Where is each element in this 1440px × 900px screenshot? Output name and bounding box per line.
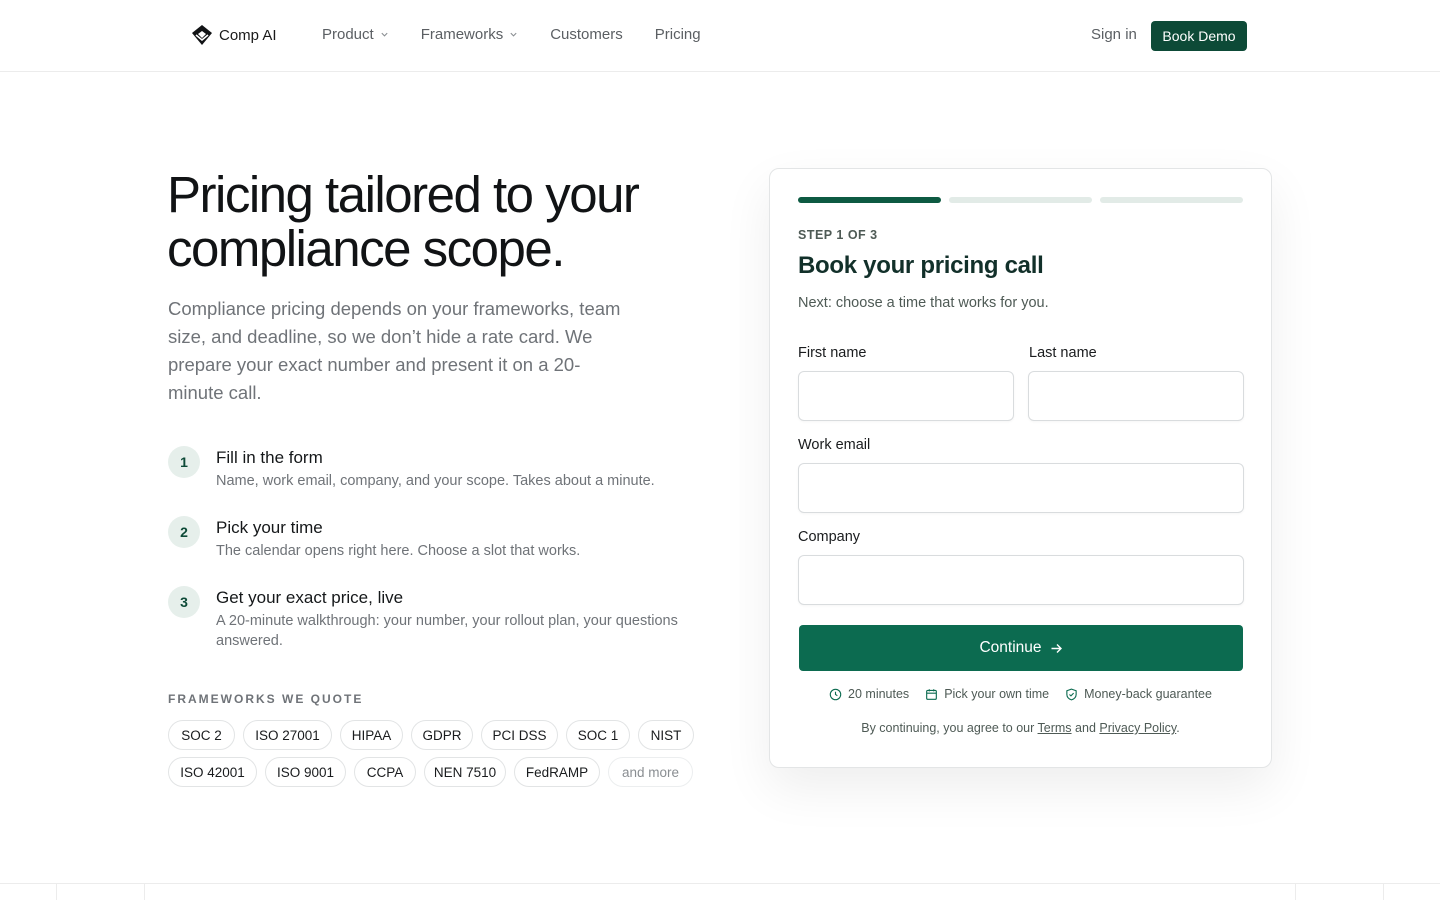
meta-label: Money-back guarantee [1084, 687, 1212, 701]
step-number-badge: 3 [168, 586, 200, 618]
progress-segment-1 [798, 197, 941, 203]
meta-label: 20 minutes [848, 687, 910, 701]
work-email-label: Work email [798, 437, 871, 453]
step-description: Name, work email, company, and your scop… [216, 473, 655, 489]
framework-pill-iso27001: ISO 27001 [243, 720, 332, 750]
step-item: 1 Fill in the form Name, work email, com… [168, 446, 696, 491]
continue-button[interactable]: Continue [799, 625, 1243, 671]
book-demo-button[interactable]: Book Demo [1151, 21, 1247, 51]
step-description: A 20-minute walkthrough: your number, yo… [216, 613, 678, 649]
section-divider [0, 883, 1440, 884]
privacy-policy-link[interactable]: Privacy Policy [1099, 721, 1176, 735]
nav-item-label: Frameworks [420, 26, 504, 43]
company-label: Company [798, 529, 861, 545]
step-progress-bar [798, 197, 1243, 203]
terms-link[interactable]: Terms [1038, 721, 1072, 735]
hero-description: Compliance pricing depends on your frame… [168, 298, 621, 403]
nav-item-customers[interactable]: Customers [550, 26, 623, 43]
step-title: Get your exact price, live [216, 588, 404, 607]
arrow-right-icon [1051, 643, 1062, 653]
clock-icon [829, 688, 842, 700]
framework-pill-soc1: SOC 1 [566, 720, 630, 750]
progress-segment-3 [1100, 197, 1243, 203]
step-indicator: STEP 1 OF 3 [798, 228, 878, 242]
nav-item-frameworks[interactable]: Frameworks [421, 26, 519, 43]
main-nav: Product Frameworks Customers Pricing [322, 26, 733, 43]
framework-pill-soc2: SOC 2 [168, 720, 235, 750]
last-name-label: Last name [1029, 345, 1097, 361]
step-item: 3 Get your exact price, live A 20-minute… [168, 586, 696, 651]
sign-in-link[interactable]: Sign in [1091, 26, 1137, 43]
framework-pill-fedramp: FedRAMP [514, 757, 600, 787]
framework-pill-ccpa: CCPA [354, 757, 416, 787]
last-name-field[interactable] [1028, 371, 1244, 421]
form-subtitle: Next: choose a time that works for you. [798, 295, 1049, 311]
frameworks-label: FRAMEWORKS WE QUOTE [168, 692, 364, 706]
shield-check-icon [1066, 688, 1077, 700]
first-name-field[interactable] [798, 371, 1014, 421]
continue-label: Continue [979, 639, 1042, 656]
meta-duration: 20 minutes [829, 687, 909, 701]
pricing-form-card: STEP 1 OF 3 Book your pricing call Next:… [769, 168, 1272, 768]
first-name-label: First name [798, 345, 867, 361]
site-header: Comp AI Product Frameworks Customers Pri… [0, 0, 1440, 72]
meta-pick-time: Pick your own time [925, 687, 1049, 701]
chevron-down-icon [510, 32, 517, 37]
step-item: 2 Pick your time The calendar opens righ… [168, 516, 696, 561]
legal-notice: By continuing, you agree to our Terms an… [770, 721, 1271, 735]
grid-line [1295, 884, 1296, 900]
framework-pill-iso9001: ISO 9001 [265, 757, 346, 787]
form-meta-row: 20 minutes Pick your own time Money-back… [770, 687, 1271, 701]
nav-item-product[interactable]: Product [322, 26, 389, 43]
logo-mark-icon [192, 25, 212, 45]
framework-pill-pcidss: PCI DSS [481, 720, 558, 750]
framework-pill-gdpr: GDPR [411, 720, 473, 750]
calendar-icon [926, 688, 938, 700]
framework-pill-iso42001: ISO 42001 [168, 757, 257, 787]
meta-label: Pick your own time [944, 687, 1050, 701]
chevron-down-icon [381, 32, 388, 37]
logo[interactable]: Comp AI [191, 24, 277, 46]
legal-prefix: By continuing, you agree to our [861, 721, 1038, 735]
form-title: Book your pricing call [798, 252, 1044, 279]
nav-item-label: Product [322, 26, 374, 43]
nav-item-label: Pricing [654, 26, 701, 43]
step-description: The calendar opens right here. Choose a … [216, 543, 581, 559]
step-title: Fill in the form [216, 448, 323, 467]
grid-line [56, 884, 57, 900]
legal-and: and [1071, 721, 1100, 735]
framework-pill-more: and more [608, 757, 693, 787]
work-email-field[interactable] [798, 463, 1244, 513]
framework-pill-hipaa: HIPAA [340, 720, 403, 750]
framework-pill-nen7510: NEN 7510 [424, 757, 506, 787]
step-number-badge: 2 [168, 516, 200, 548]
legal-suffix: . [1176, 721, 1180, 735]
page-title: Pricing tailored to your compliance scop… [167, 166, 640, 277]
step-number-badge: 1 [168, 446, 200, 478]
nav-item-label: Customers [550, 26, 623, 43]
meta-guarantee: Money-back guarantee [1065, 687, 1212, 701]
grid-line [144, 884, 145, 900]
nav-item-pricing[interactable]: Pricing [655, 26, 701, 43]
logo-text: Comp AI [219, 26, 277, 44]
progress-segment-2 [949, 197, 1092, 203]
company-field[interactable] [798, 555, 1244, 605]
step-title: Pick your time [216, 518, 323, 537]
grid-line [1383, 884, 1384, 900]
framework-pill-nist: NIST [638, 720, 694, 750]
